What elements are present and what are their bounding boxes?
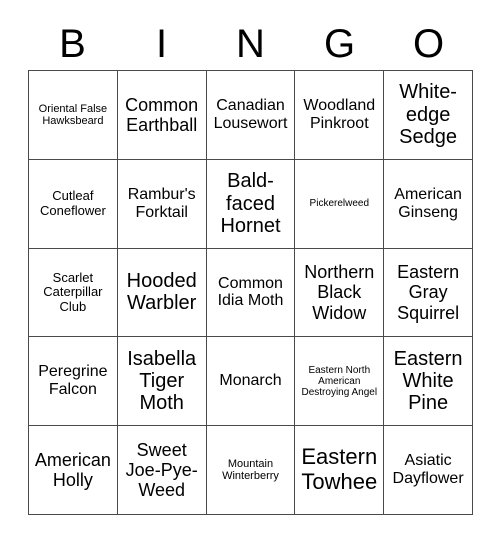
bingo-cell-label: American Holly — [34, 449, 111, 491]
bingo-header-letter-b: B — [59, 22, 86, 66]
bingo-header: B I N G O — [28, 18, 473, 70]
bingo-cell-label: Canadian Lousewort — [213, 96, 288, 132]
bingo-cell[interactable]: Monarch — [206, 337, 296, 427]
bingo-header-letter-o: O — [412, 22, 445, 66]
bingo-cell[interactable]: American Ginseng — [384, 159, 473, 249]
bingo-cell[interactable]: Oriental False Hawksbeard — [29, 71, 118, 160]
bingo-cell[interactable]: Woodland Pinkroot — [295, 71, 385, 160]
bingo-cell[interactable]: Bald-faced Hornet — [206, 159, 296, 249]
bingo-cell-label: American Ginseng — [394, 185, 462, 221]
bingo-header-letter-n: N — [236, 22, 265, 66]
bingo-cell[interactable]: White-edge Sedge — [384, 71, 473, 160]
bingo-cell-label: Woodland Pinkroot — [303, 96, 376, 132]
bingo-cell[interactable]: Pickerelweed — [295, 159, 385, 249]
bingo-cell[interactable]: Eastern Gray Squirrel — [384, 248, 473, 338]
bingo-cell-label: Eastern White Pine — [393, 347, 463, 415]
bingo-cell-label: Bald-faced Hornet — [220, 170, 281, 237]
bingo-cell-label: Eastern North American Destroying Angel — [301, 364, 378, 398]
bingo-cell[interactable]: Northern Black Widow — [295, 248, 385, 338]
bingo-cell[interactable]: Eastern Towhee — [295, 426, 385, 515]
bingo-cell-label: Common Earthball — [125, 94, 199, 135]
bingo-cell-label: Hooded Warbler — [126, 270, 197, 315]
bingo-grid: Oriental False Hawksbeard Common Earthbal… — [28, 70, 473, 515]
bingo-cell-label: Oriental False Hawksbeard — [38, 102, 108, 127]
bingo-cell-label: Asiatic Dayflower — [392, 452, 464, 488]
bingo-cell-label: Mountain Winterberry — [222, 457, 279, 483]
bingo-cell[interactable]: Canadian Lousewort — [206, 71, 296, 160]
bingo-cell-label: Common Idia Moth — [217, 274, 284, 310]
bingo-cell-label: Cutleaf Coneflower — [40, 188, 106, 218]
bingo-cell[interactable]: Eastern North American Destroying Angel — [295, 337, 385, 427]
bingo-cell[interactable]: Common Earthball — [117, 71, 207, 160]
bingo-cell-label: Isabella Tiger Moth — [127, 347, 197, 415]
bingo-cell[interactable]: American Holly — [29, 426, 118, 515]
bingo-cell-label: Eastern Gray Squirrel — [397, 262, 460, 323]
bingo-cell[interactable]: Mountain Winterberry — [206, 426, 296, 515]
bingo-cell-label: Eastern Towhee — [301, 444, 378, 495]
bingo-cell[interactable]: Cutleaf Coneflower — [29, 159, 118, 249]
bingo-cell-label: Rambur's Forktail — [127, 185, 196, 221]
bingo-cell-label: Peregrine Falcon — [38, 363, 108, 399]
bingo-cell-label: White-edge Sedge — [399, 81, 458, 149]
bingo-cell[interactable]: Rambur's Forktail — [117, 159, 207, 249]
bingo-cell[interactable]: Peregrine Falcon — [29, 337, 118, 427]
bingo-header-letter-i: I — [155, 22, 168, 66]
bingo-cell-label: Monarch — [219, 372, 282, 390]
bingo-cell[interactable]: Asiatic Dayflower — [384, 426, 473, 515]
bingo-cell-label: Scarlet Caterpillar Club — [43, 269, 103, 314]
bingo-cell[interactable]: Common Idia Moth — [206, 248, 296, 338]
bingo-header-letter-g: G — [323, 22, 356, 66]
bingo-cell-label: Sweet Joe-Pye-Weed — [125, 439, 198, 501]
bingo-cell[interactable]: Eastern White Pine — [384, 337, 473, 427]
bingo-cell-label: Pickerelweed — [309, 198, 370, 210]
bingo-cell[interactable]: Isabella Tiger Moth — [117, 337, 207, 427]
bingo-cell[interactable]: Sweet Joe-Pye-Weed — [117, 426, 207, 515]
bingo-cell[interactable]: Scarlet Caterpillar Club — [29, 248, 118, 338]
bingo-cell-label: Northern Black Widow — [304, 262, 375, 323]
bingo-card: B I N G O Oriental False Hawksbeard Commo… — [0, 0, 500, 544]
bingo-cell[interactable]: Hooded Warbler — [117, 248, 207, 338]
